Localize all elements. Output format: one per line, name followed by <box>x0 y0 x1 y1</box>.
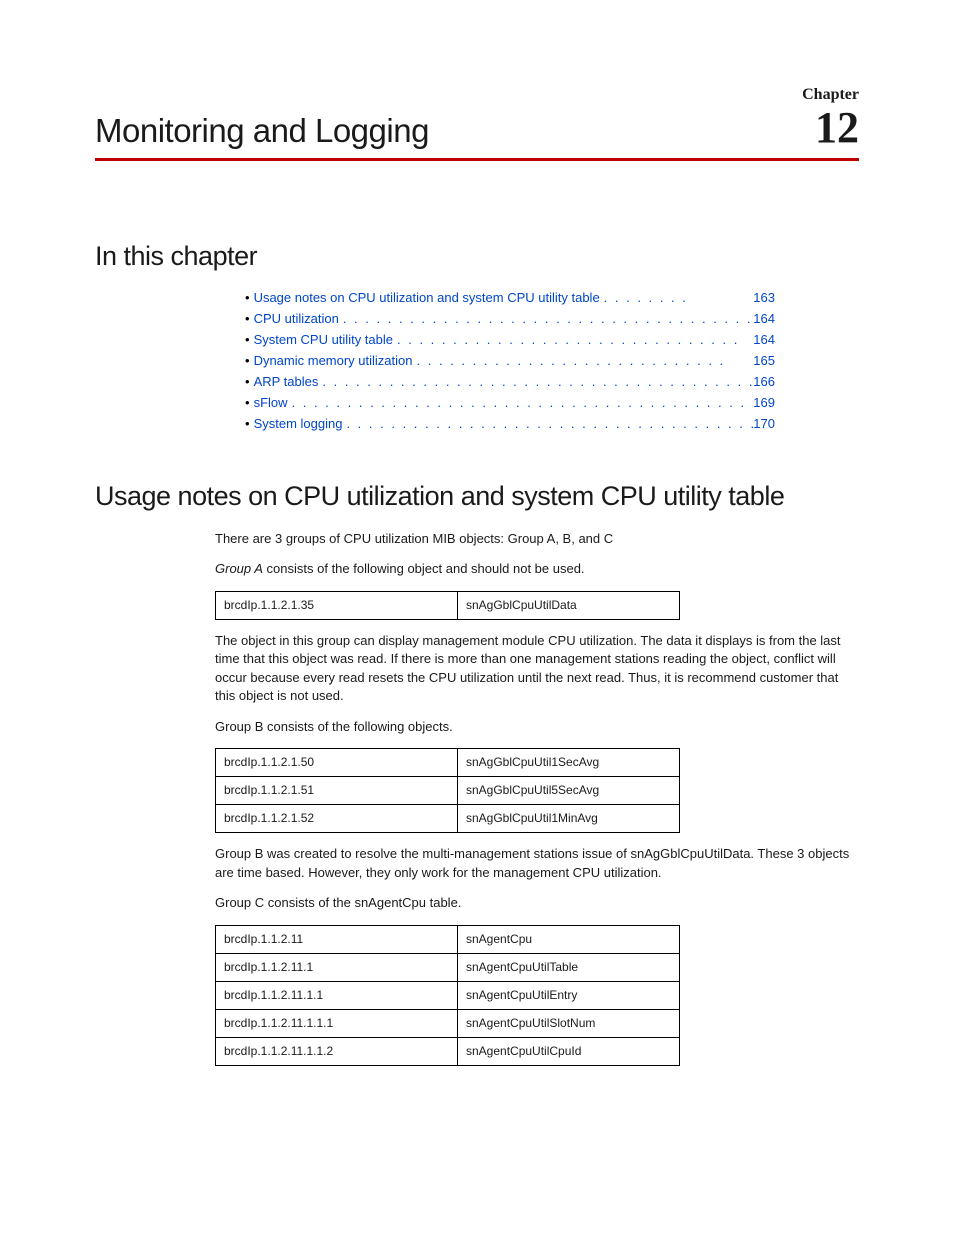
bullet-icon: • <box>245 353 250 368</box>
chapter-label: Chapter <box>95 86 859 104</box>
cell-oid: brcdIp.1.1.2.1.52 <box>216 805 458 833</box>
cell-name: snAgGblCpuUtil1SecAvg <box>458 749 680 777</box>
section-heading: Usage notes on CPU utilization and syste… <box>95 481 859 512</box>
toc-page[interactable]: 164 <box>753 332 775 347</box>
cell-name: snAgentCpuUtilSlotNum <box>458 1009 680 1037</box>
cell-name: snAgGblCpuUtil1MinAvg <box>458 805 680 833</box>
table-group-c: brcdIp.1.1.2.11 snAgentCpu brcdIp.1.1.2.… <box>215 925 680 1066</box>
table-group-b: brcdIp.1.1.2.1.50 snAgGblCpuUtil1SecAvg … <box>215 748 680 833</box>
toc-item[interactable]: • System CPU utility table . . . . . . .… <box>245 332 775 347</box>
toc-leader: . . . . . . . . . . . . . . . . . . . . … <box>413 353 754 368</box>
cell-name: snAgGblCpuUtilData <box>458 591 680 619</box>
cell-name: snAgentCpu <box>458 925 680 953</box>
group-a-label: Group A <box>215 561 263 576</box>
toc-page[interactable]: 169 <box>753 395 775 410</box>
cell-oid: brcdIp.1.1.2.11.1 <box>216 953 458 981</box>
table-row: brcdIp.1.1.2.1.50 snAgGblCpuUtil1SecAvg <box>216 749 680 777</box>
table-row: brcdIp.1.1.2.11.1.1.2 snAgentCpuUtilCpuI… <box>216 1037 680 1065</box>
toc-leader: . . . . . . . . . . . . . . . . . . . . … <box>393 332 753 347</box>
cell-oid: brcdIp.1.1.2.1.51 <box>216 777 458 805</box>
cell-oid: brcdIp.1.1.2.1.35 <box>216 591 458 619</box>
toc-link[interactable]: System CPU utility table <box>254 332 393 347</box>
paragraph: Group B was created to resolve the multi… <box>215 845 859 882</box>
cell-name: snAgentCpuUtilEntry <box>458 981 680 1009</box>
toc-link[interactable]: Usage notes on CPU utilization and syste… <box>254 290 600 305</box>
paragraph: The object in this group can display man… <box>215 632 859 706</box>
toc-leader: . . . . . . . . . . . . . . . . . . . . … <box>288 395 754 410</box>
cell-oid: brcdIp.1.1.2.11 <box>216 925 458 953</box>
toc-page[interactable]: 170 <box>753 416 775 431</box>
bullet-icon: • <box>245 395 250 410</box>
section-body: There are 3 groups of CPU utilization MI… <box>215 530 859 1066</box>
chapter-title: Monitoring and Logging <box>95 112 429 150</box>
table-row: brcdIp.1.1.2.11.1.1.1 snAgentCpuUtilSlot… <box>216 1009 680 1037</box>
toc-leader: . . . . . . . . . . . . . . . . . . . . … <box>318 374 753 389</box>
table-group-a: brcdIp.1.1.2.1.35 snAgGblCpuUtilData <box>215 591 680 620</box>
toc-link[interactable]: sFlow <box>254 395 288 410</box>
group-a-text: consists of the following object and sho… <box>263 561 585 576</box>
chapter-number: 12 <box>815 106 859 150</box>
toc-leader: . . . . . . . . <box>600 290 754 305</box>
bullet-icon: • <box>245 332 250 347</box>
paragraph: Group C consists of the snAgentCpu table… <box>215 894 859 912</box>
bullet-icon: • <box>245 374 250 389</box>
table-row: brcdIp.1.1.2.11 snAgentCpu <box>216 925 680 953</box>
toc-item[interactable]: • System logging . . . . . . . . . . . .… <box>245 416 775 431</box>
bullet-icon: • <box>245 311 250 326</box>
bullet-icon: • <box>245 416 250 431</box>
table-row: brcdIp.1.1.2.1.51 snAgGblCpuUtil5SecAvg <box>216 777 680 805</box>
toc-link[interactable]: ARP tables <box>254 374 319 389</box>
table-row: brcdIp.1.1.2.11.1.1 snAgentCpuUtilEntry <box>216 981 680 1009</box>
cell-oid: brcdIp.1.1.2.11.1.1 <box>216 981 458 1009</box>
table-row: brcdIp.1.1.2.1.35 snAgGblCpuUtilData <box>216 591 680 619</box>
toc-page[interactable]: 166 <box>753 374 775 389</box>
toc-link[interactable]: Dynamic memory utilization <box>254 353 413 368</box>
cell-oid: brcdIp.1.1.2.11.1.1.1 <box>216 1009 458 1037</box>
toc-item[interactable]: • sFlow . . . . . . . . . . . . . . . . … <box>245 395 775 410</box>
toc-page[interactable]: 164 <box>753 311 775 326</box>
toc-leader: . . . . . . . . . . . . . . . . . . . . … <box>339 311 753 326</box>
toc-item[interactable]: • ARP tables . . . . . . . . . . . . . .… <box>245 374 775 389</box>
toc-list: • Usage notes on CPU utilization and sys… <box>245 290 775 431</box>
cell-oid: brcdIp.1.1.2.11.1.1.2 <box>216 1037 458 1065</box>
toc-page[interactable]: 163 <box>753 290 775 305</box>
toc-leader: . . . . . . . . . . . . . . . . . . . . … <box>342 416 753 431</box>
paragraph: Group B consists of the following object… <box>215 718 859 736</box>
table-row: brcdIp.1.1.2.11.1 snAgentCpuUtilTable <box>216 953 680 981</box>
toc-item[interactable]: • Usage notes on CPU utilization and sys… <box>245 290 775 305</box>
bullet-icon: • <box>245 290 250 305</box>
toc-page[interactable]: 165 <box>753 353 775 368</box>
paragraph: Group A consists of the following object… <box>215 560 859 578</box>
table-row: brcdIp.1.1.2.1.52 snAgGblCpuUtil1MinAvg <box>216 805 680 833</box>
cell-name: snAgentCpuUtilCpuId <box>458 1037 680 1065</box>
cell-name: snAgentCpuUtilTable <box>458 953 680 981</box>
toc-heading: In this chapter <box>95 241 859 272</box>
toc-item[interactable]: • Dynamic memory utilization . . . . . .… <box>245 353 775 368</box>
toc-link[interactable]: CPU utilization <box>254 311 339 326</box>
cell-oid: brcdIp.1.1.2.1.50 <box>216 749 458 777</box>
paragraph: There are 3 groups of CPU utilization MI… <box>215 530 859 548</box>
chapter-title-row: Monitoring and Logging 12 <box>95 106 859 161</box>
cell-name: snAgGblCpuUtil5SecAvg <box>458 777 680 805</box>
toc-link[interactable]: System logging <box>254 416 343 431</box>
toc-item[interactable]: • CPU utilization . . . . . . . . . . . … <box>245 311 775 326</box>
